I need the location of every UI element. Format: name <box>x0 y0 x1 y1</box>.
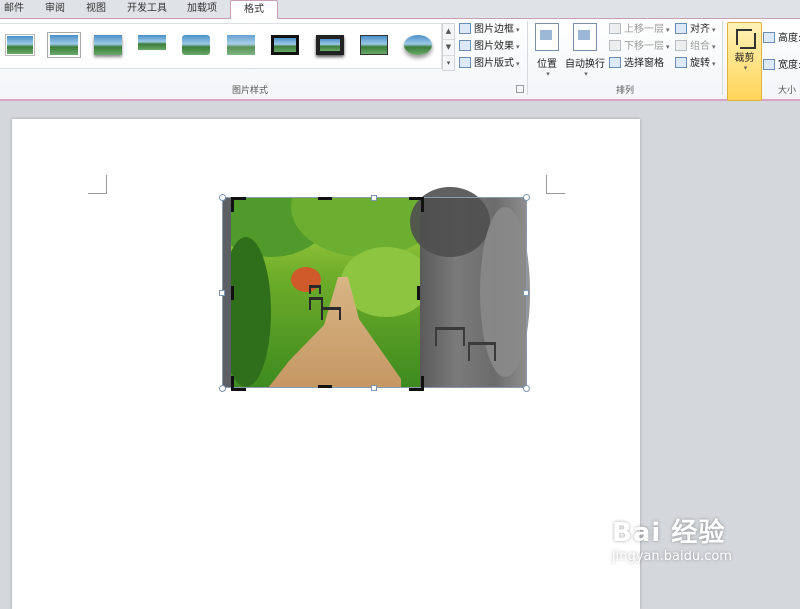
chevron-down-icon: ▾ <box>666 43 670 51</box>
picture-style-thumb[interactable] <box>135 32 169 58</box>
crop-icon <box>734 27 756 49</box>
gallery-up-icon[interactable]: ▲ <box>443 24 454 40</box>
position-button[interactable]: 位置 ▾ <box>532 21 562 79</box>
chevron-down-icon: ▾ <box>743 64 748 72</box>
chevron-down-icon: ▾ <box>516 26 520 34</box>
resize-handle-top-right[interactable] <box>523 194 530 201</box>
effects-icon <box>459 40 471 51</box>
resize-handle-left[interactable] <box>219 290 225 296</box>
picture-layout-button[interactable]: 图片版式 ▾ <box>459 56 520 71</box>
gallery-down-icon[interactable]: ▼ <box>443 40 454 56</box>
gallery-more-icon[interactable]: ▾ <box>443 56 454 71</box>
chevron-down-icon: ▾ <box>712 26 716 34</box>
picture-effects-button[interactable]: 图片效果 ▾ <box>459 39 520 54</box>
crop-handle-left[interactable] <box>231 286 234 300</box>
picture-style-thumb[interactable] <box>401 32 435 58</box>
resize-handle-right[interactable] <box>523 290 529 296</box>
width-icon <box>763 59 775 70</box>
resize-handle-bottom[interactable] <box>371 385 377 391</box>
dialog-launcher-icon[interactable] <box>516 85 524 93</box>
position-icon <box>535 23 559 51</box>
crop-handle-top-left[interactable] <box>231 197 246 212</box>
picture-style-gallery <box>0 23 442 69</box>
wrap-text-icon <box>573 23 597 51</box>
crop-handle-bottom[interactable] <box>318 385 332 388</box>
rotate-button[interactable]: 旋转 ▾ <box>675 56 716 71</box>
group-button[interactable]: 组合 ▾ <box>675 39 716 54</box>
crop-handle-bottom-right[interactable] <box>409 376 424 391</box>
layout-icon <box>459 57 471 68</box>
tab-addins[interactable]: 加载项 <box>187 0 220 18</box>
crop-handle-bottom-left[interactable] <box>231 376 246 391</box>
chevron-down-icon: ▾ <box>712 43 716 51</box>
bring-forward-button[interactable]: 上移一层 ▾ <box>609 22 670 37</box>
group-icon <box>675 40 687 51</box>
selection-pane-icon <box>609 57 621 68</box>
gallery-scrollbar[interactable]: ▲ ▼ ▾ <box>442 23 455 71</box>
margin-mark-top-left <box>88 175 107 194</box>
picture-style-thumb[interactable] <box>357 32 391 58</box>
margin-mark-top-right <box>546 175 565 194</box>
chevron-down-icon: ▾ <box>546 70 550 78</box>
rotate-icon <box>675 57 687 68</box>
tab-review[interactable]: 审阅 <box>45 0 67 18</box>
picture-border-button[interactable]: 图片边框 ▾ <box>459 22 520 37</box>
send-backward-icon <box>609 40 621 51</box>
bring-forward-icon <box>609 23 621 34</box>
group-label-size: 大小 <box>777 86 796 96</box>
watermark-logo: Bai 经验 <box>612 518 726 548</box>
height-field[interactable]: 高度: <box>763 31 800 46</box>
selection-border <box>222 197 527 388</box>
selection-pane-button[interactable]: 选择窗格 <box>609 56 664 71</box>
chevron-down-icon: ▾ <box>712 60 716 68</box>
group-label-arrange: 排列 <box>615 86 634 96</box>
ribbon: ▲ ▼ ▾ 图片边框 ▾ 图片效果 ▾ 图片版式 ▾ 图片样式 位置 ▾ 自动换行 ▾… <box>0 19 800 101</box>
group-label-picture-styles: 图片样式 <box>231 86 268 96</box>
align-icon <box>675 23 687 34</box>
group-divider <box>722 21 723 95</box>
crop-handle-top-right[interactable] <box>409 197 424 212</box>
resize-handle-top-left[interactable] <box>219 194 226 201</box>
align-button[interactable]: 对齐 ▾ <box>675 22 716 37</box>
picture-style-thumb[interactable] <box>179 32 213 58</box>
ribbon-tab-bar: 邮件 审阅 视图 开发工具 加载项 格式 <box>0 0 800 20</box>
chevron-down-icon: ▾ <box>516 60 520 68</box>
tab-developer[interactable]: 开发工具 <box>127 0 171 18</box>
tab-view[interactable]: 视图 <box>86 0 108 18</box>
crop-handle-right[interactable] <box>417 286 420 300</box>
picture-style-thumb[interactable] <box>224 32 258 58</box>
group-divider <box>527 21 528 95</box>
width-field[interactable]: 宽度: <box>763 58 800 73</box>
baidu-watermark: Bai 经验 jingyan.baidu.com <box>612 512 792 582</box>
height-icon <box>763 32 775 43</box>
tab-mailings[interactable]: 邮件 <box>4 0 26 18</box>
picture-style-thumb[interactable] <box>313 32 347 58</box>
crop-button[interactable]: 裁剪 ▾ <box>727 22 762 101</box>
resize-handle-bottom-left[interactable] <box>219 385 226 392</box>
wrap-text-button[interactable]: 自动换行 ▾ <box>565 21 605 79</box>
chevron-down-icon: ▾ <box>584 70 588 78</box>
picture-style-thumb[interactable] <box>3 32 37 58</box>
tab-format[interactable]: 格式 <box>230 0 278 20</box>
pen-icon <box>459 23 471 34</box>
watermark-url: jingyan.baidu.com <box>612 549 732 564</box>
resize-handle-top[interactable] <box>371 195 377 201</box>
picture-style-thumb[interactable] <box>268 32 302 58</box>
send-backward-button[interactable]: 下移一层 ▾ <box>609 39 670 54</box>
picture-style-thumb[interactable] <box>91 32 125 58</box>
chevron-down-icon: ▾ <box>666 26 670 34</box>
chevron-down-icon: ▾ <box>516 43 520 51</box>
resize-handle-bottom-right[interactable] <box>523 385 530 392</box>
picture-style-thumb[interactable] <box>47 32 81 58</box>
crop-handle-top[interactable] <box>318 197 332 200</box>
